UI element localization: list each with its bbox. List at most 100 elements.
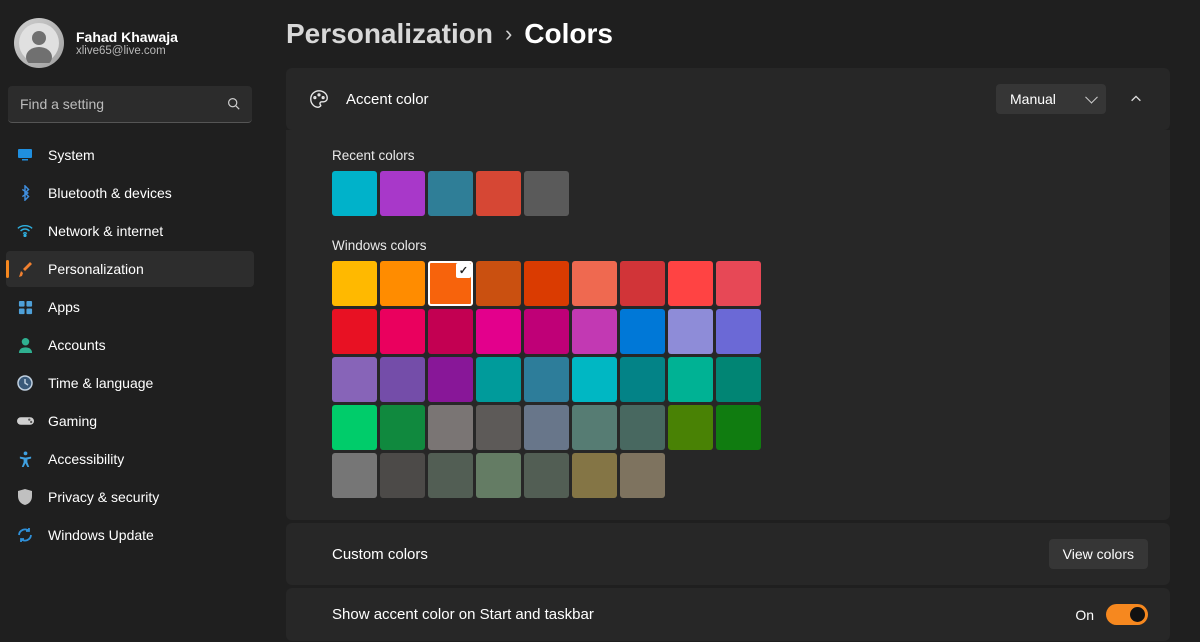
user-text: Fahad Khawaja xlive65@live.com bbox=[76, 29, 178, 57]
windows-color-swatch[interactable] bbox=[428, 405, 473, 450]
windows-color-swatch[interactable] bbox=[524, 405, 569, 450]
windows-colors-grid bbox=[332, 261, 772, 498]
breadcrumb-parent[interactable]: Personalization bbox=[286, 18, 493, 50]
shield-icon bbox=[16, 488, 34, 506]
windows-color-swatch[interactable] bbox=[716, 261, 761, 306]
clock-icon bbox=[16, 374, 34, 392]
sidebar-item-label: System bbox=[48, 147, 95, 163]
windows-color-swatch[interactable] bbox=[620, 309, 665, 354]
sidebar-item-label: Gaming bbox=[48, 413, 97, 429]
windows-color-swatch[interactable] bbox=[476, 309, 521, 354]
sidebar-item-time-language[interactable]: Time & language bbox=[6, 365, 254, 401]
windows-color-swatch[interactable] bbox=[380, 453, 425, 498]
windows-color-swatch[interactable] bbox=[572, 309, 617, 354]
collapse-button[interactable] bbox=[1124, 87, 1148, 111]
windows-color-swatch[interactable] bbox=[716, 405, 761, 450]
apps-icon bbox=[16, 298, 34, 316]
windows-color-swatch[interactable] bbox=[428, 309, 473, 354]
show-accent-row: Show accent color on Start and taskbar O… bbox=[286, 588, 1170, 641]
windows-color-swatch[interactable] bbox=[476, 261, 521, 306]
sidebar-item-windows-update[interactable]: Windows Update bbox=[6, 517, 254, 553]
windows-color-swatch[interactable] bbox=[332, 261, 377, 306]
accessibility-icon bbox=[16, 450, 34, 468]
show-accent-toggle[interactable] bbox=[1106, 604, 1148, 625]
custom-colors-label: Custom colors bbox=[332, 546, 428, 563]
sidebar-item-label: Bluetooth & devices bbox=[48, 185, 172, 201]
show-accent-label: Show accent color on Start and taskbar bbox=[332, 606, 594, 623]
sidebar-item-accounts[interactable]: Accounts bbox=[6, 327, 254, 363]
windows-color-swatch[interactable] bbox=[332, 309, 377, 354]
person-icon bbox=[16, 336, 34, 354]
windows-color-swatch[interactable] bbox=[572, 453, 617, 498]
breadcrumb-current: Colors bbox=[524, 18, 613, 50]
windows-color-swatch[interactable] bbox=[620, 357, 665, 402]
windows-color-swatch[interactable] bbox=[620, 453, 665, 498]
windows-color-swatch[interactable] bbox=[476, 453, 521, 498]
sidebar-item-gaming[interactable]: Gaming bbox=[6, 403, 254, 439]
sidebar-item-privacy-security[interactable]: Privacy & security bbox=[6, 479, 254, 515]
sidebar-item-label: Windows Update bbox=[48, 527, 154, 543]
windows-color-swatch[interactable] bbox=[572, 357, 617, 402]
user-account[interactable]: Fahad Khawaja xlive65@live.com bbox=[0, 10, 260, 86]
sidebar-item-system[interactable]: System bbox=[6, 137, 254, 173]
view-colors-button[interactable]: View colors bbox=[1049, 539, 1148, 569]
windows-color-swatch[interactable] bbox=[428, 261, 473, 306]
windows-color-swatch[interactable] bbox=[380, 405, 425, 450]
recent-colors-title: Recent colors bbox=[332, 148, 1148, 163]
user-name: Fahad Khawaja bbox=[76, 29, 178, 45]
windows-color-swatch[interactable] bbox=[716, 309, 761, 354]
search-input[interactable] bbox=[8, 86, 252, 123]
windows-color-swatch[interactable] bbox=[524, 357, 569, 402]
windows-color-swatch[interactable] bbox=[476, 405, 521, 450]
windows-color-swatch[interactable] bbox=[524, 261, 569, 306]
windows-color-swatch[interactable] bbox=[716, 357, 761, 402]
sidebar-item-network-internet[interactable]: Network & internet bbox=[6, 213, 254, 249]
windows-color-swatch[interactable] bbox=[476, 357, 521, 402]
windows-color-swatch[interactable] bbox=[332, 453, 377, 498]
main-content: Personalization › Colors Accent color Ma… bbox=[260, 0, 1200, 642]
accent-mode-dropdown[interactable]: Manual bbox=[996, 84, 1106, 114]
windows-color-swatch[interactable] bbox=[380, 261, 425, 306]
windows-color-swatch[interactable] bbox=[668, 405, 713, 450]
sidebar: Fahad Khawaja xlive65@live.com System Blu… bbox=[0, 0, 260, 642]
recent-color-swatch[interactable] bbox=[524, 171, 569, 216]
sidebar-item-label: Privacy & security bbox=[48, 489, 159, 505]
windows-colors-title: Windows colors bbox=[332, 238, 1148, 253]
sidebar-item-apps[interactable]: Apps bbox=[6, 289, 254, 325]
toggle-wrap: On bbox=[1075, 604, 1148, 625]
windows-color-swatch[interactable] bbox=[380, 357, 425, 402]
recent-color-swatch[interactable] bbox=[332, 171, 377, 216]
recent-color-swatch[interactable] bbox=[380, 171, 425, 216]
sidebar-item-label: Apps bbox=[48, 299, 80, 315]
sidebar-item-accessibility[interactable]: Accessibility bbox=[6, 441, 254, 477]
windows-color-swatch[interactable] bbox=[668, 357, 713, 402]
update-icon bbox=[16, 526, 34, 544]
windows-color-swatch[interactable] bbox=[524, 453, 569, 498]
windows-color-swatch[interactable] bbox=[620, 405, 665, 450]
recent-color-swatch[interactable] bbox=[476, 171, 521, 216]
search-icon bbox=[227, 97, 240, 113]
sidebar-item-bluetooth-devices[interactable]: Bluetooth & devices bbox=[6, 175, 254, 211]
accent-color-header[interactable]: Accent color Manual bbox=[286, 68, 1170, 130]
windows-color-swatch[interactable] bbox=[620, 261, 665, 306]
sidebar-item-personalization[interactable]: Personalization bbox=[6, 251, 254, 287]
windows-color-swatch[interactable] bbox=[572, 405, 617, 450]
windows-color-swatch[interactable] bbox=[380, 309, 425, 354]
avatar-image bbox=[19, 23, 59, 63]
windows-color-swatch[interactable] bbox=[428, 357, 473, 402]
recent-color-swatch[interactable] bbox=[428, 171, 473, 216]
wifi-icon bbox=[16, 222, 34, 240]
palette-icon bbox=[308, 88, 330, 110]
user-email: xlive65@live.com bbox=[76, 45, 178, 57]
toggle-state-label: On bbox=[1075, 607, 1094, 623]
windows-color-swatch[interactable] bbox=[524, 309, 569, 354]
windows-color-swatch[interactable] bbox=[332, 405, 377, 450]
sidebar-item-label: Accounts bbox=[48, 337, 106, 353]
windows-color-swatch[interactable] bbox=[668, 309, 713, 354]
windows-color-swatch[interactable] bbox=[332, 357, 377, 402]
sidebar-item-label: Personalization bbox=[48, 261, 144, 277]
windows-color-swatch[interactable] bbox=[668, 261, 713, 306]
windows-color-swatch[interactable] bbox=[428, 453, 473, 498]
windows-color-swatch[interactable] bbox=[572, 261, 617, 306]
breadcrumb: Personalization › Colors bbox=[286, 18, 1170, 50]
